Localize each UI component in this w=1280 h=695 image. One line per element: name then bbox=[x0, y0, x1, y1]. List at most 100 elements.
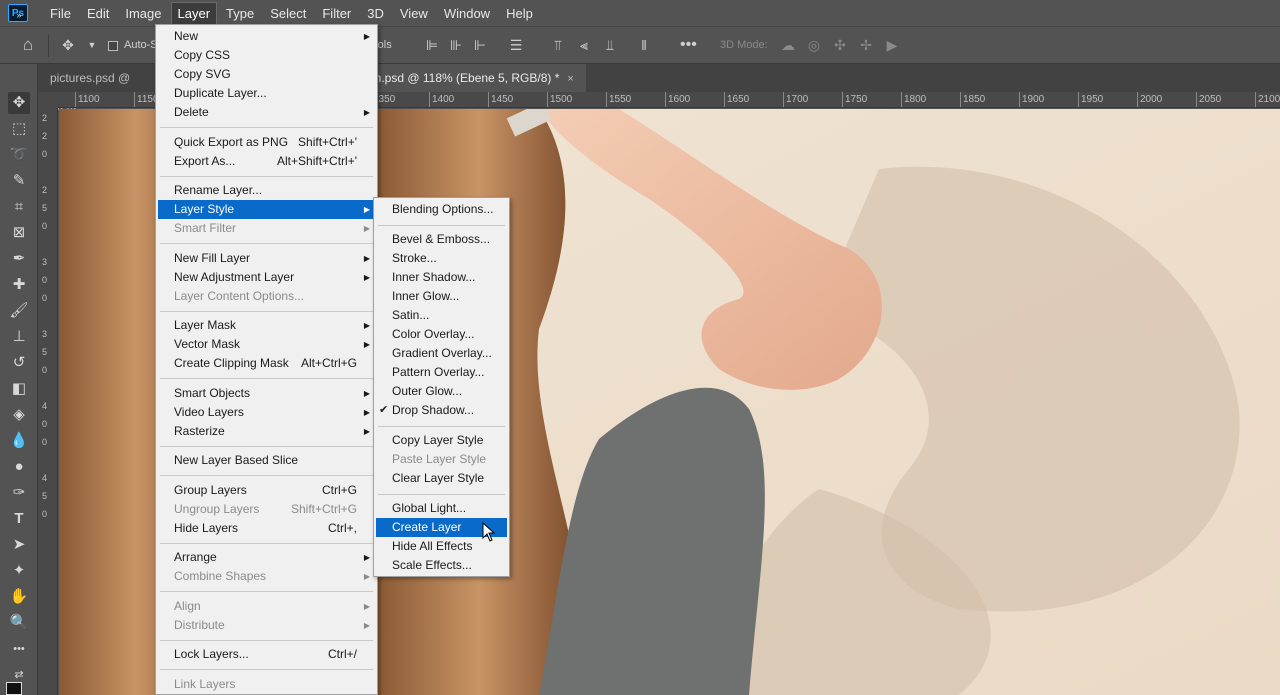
menu-item-create-clipping-mask[interactable]: Create Clipping Mask Alt+Ctrl+G bbox=[158, 354, 375, 373]
menu-file[interactable]: File bbox=[44, 3, 77, 24]
3d-slide-icon[interactable]: ✢ bbox=[858, 37, 874, 53]
type-tool-icon[interactable]: T bbox=[8, 508, 30, 530]
menu-item-clear-layer-style[interactable]: Clear Layer Style bbox=[376, 469, 507, 488]
menu-type[interactable]: Type bbox=[220, 3, 260, 24]
distribute-vertical-icon[interactable]: ‖ bbox=[636, 37, 652, 53]
ruler-tick-label: 1450 bbox=[491, 94, 514, 105]
align-left-icon[interactable]: ⊫ bbox=[424, 37, 440, 53]
menu-item-quick-export-as-png[interactable]: Quick Export as PNG Shift+Ctrl+' bbox=[158, 133, 375, 152]
history-brush-tool-icon[interactable]: ↺ bbox=[8, 352, 30, 374]
menu-view[interactable]: View bbox=[394, 3, 434, 24]
align-bottom-icon[interactable]: ⫫ bbox=[602, 37, 618, 53]
menu-item-copy-css[interactable]: Copy CSS bbox=[158, 46, 375, 65]
menu-item-duplicate-layer[interactable]: Duplicate Layer... bbox=[158, 84, 375, 103]
menu-layer[interactable]: Layer bbox=[170, 1, 218, 25]
menu-item-color-overlay[interactable]: Color Overlay... bbox=[376, 325, 507, 344]
zoom-tool-icon[interactable]: 🔍 bbox=[8, 612, 30, 634]
menu-item-copy-layer-style[interactable]: Copy Layer Style bbox=[376, 431, 507, 450]
menu-item-satin[interactable]: Satin... bbox=[376, 306, 507, 325]
3d-pan-icon[interactable]: ✣ bbox=[832, 37, 848, 53]
eraser-tool-icon[interactable]: ◧ bbox=[8, 378, 30, 400]
home-icon[interactable]: ⌂ bbox=[20, 36, 36, 53]
menu-item-blending-options[interactable]: Blending Options... bbox=[376, 200, 507, 219]
foreground-color-swatch[interactable] bbox=[6, 682, 22, 695]
menu-item-pattern-overlay[interactable]: Pattern Overlay... bbox=[376, 363, 507, 382]
path-selection-tool-icon[interactable]: ➤ bbox=[8, 534, 30, 556]
menu-item-new-fill-layer[interactable]: New Fill Layer ▶ bbox=[158, 249, 375, 268]
menu-window[interactable]: Window bbox=[438, 3, 496, 24]
menu-item-rename-layer[interactable]: Rename Layer... bbox=[158, 181, 375, 200]
menu-item-gradient-overlay[interactable]: Gradient Overlay... bbox=[376, 344, 507, 363]
menu-filter[interactable]: Filter bbox=[316, 3, 357, 24]
menu-item-arrange[interactable]: Arrange ▶ bbox=[158, 548, 375, 567]
collapse-icon[interactable]: » bbox=[8, 4, 30, 26]
menu-item-new[interactable]: New ▶ bbox=[158, 27, 375, 46]
tab-active-document[interactable]: en.psd @ 118% (Ebene 5, RGB/8) * × bbox=[356, 64, 586, 92]
menu-item-rasterize[interactable]: Rasterize ▶ bbox=[158, 422, 375, 441]
ruler-tick-label: 2000 bbox=[1140, 94, 1163, 105]
marquee-tool-icon[interactable]: ⬚ bbox=[8, 118, 30, 140]
edit-toolbar-icon[interactable]: ••• bbox=[8, 638, 30, 660]
menu-item-layer-style[interactable]: Layer Style ▶ bbox=[158, 200, 375, 219]
close-icon[interactable]: × bbox=[567, 73, 573, 85]
tab-pictures[interactable]: pictures.psd @ 1049 bbox=[38, 64, 158, 113]
menu-edit[interactable]: Edit bbox=[81, 3, 115, 24]
menu-item-layer-mask[interactable]: Layer Mask ▶ bbox=[158, 316, 375, 335]
3d-camera-icon[interactable]: ▶ bbox=[884, 37, 900, 53]
menu-item-outer-glow[interactable]: Outer Glow... bbox=[376, 382, 507, 401]
menu-item-hide-layers[interactable]: Hide Layers Ctrl+, bbox=[158, 519, 375, 538]
menu-item-smart-objects[interactable]: Smart Objects ▶ bbox=[158, 384, 375, 403]
3d-orbit-icon[interactable]: ☁ bbox=[780, 37, 796, 53]
align-top-icon[interactable]: ⫪ bbox=[550, 37, 566, 53]
menu-item-lock-layers[interactable]: Lock Layers... Ctrl+/ bbox=[158, 645, 375, 664]
menu-item-vector-mask[interactable]: Vector Mask ▶ bbox=[158, 335, 375, 354]
menu-select[interactable]: Select bbox=[264, 3, 312, 24]
paint-bucket-tool-icon[interactable]: ◈ bbox=[8, 404, 30, 426]
menu-image[interactable]: Image bbox=[119, 3, 167, 24]
menu-item-inner-glow[interactable]: Inner Glow... bbox=[376, 287, 507, 306]
move-tool-icon[interactable]: ✥ bbox=[8, 92, 30, 114]
frame-tool-icon[interactable]: ⊠ bbox=[8, 222, 30, 244]
menu-item-copy-svg[interactable]: Copy SVG bbox=[158, 65, 375, 84]
dodge-tool-icon[interactable]: ● bbox=[8, 456, 30, 478]
menu-item-new-layer-based-slice[interactable]: New Layer Based Slice bbox=[158, 451, 375, 470]
chevron-down-icon[interactable]: ▼ bbox=[84, 37, 100, 53]
menu-item-drop-shadow[interactable]: ✔ Drop Shadow... bbox=[376, 401, 507, 420]
3d-roll-icon[interactable]: ◎ bbox=[806, 37, 822, 53]
menu-item-delete[interactable]: Delete ▶ bbox=[158, 103, 375, 122]
clone-stamp-tool-icon[interactable]: ⊥ bbox=[8, 326, 30, 348]
pen-tool-icon[interactable]: ✑ bbox=[8, 482, 30, 504]
menu-item-bevel-emboss[interactable]: Bevel & Emboss... bbox=[376, 230, 507, 249]
submenu-arrow-icon: ▶ bbox=[363, 553, 370, 562]
lasso-tool-icon[interactable]: ➰ bbox=[8, 144, 30, 166]
menu-help[interactable]: Help bbox=[500, 3, 539, 24]
quick-selection-tool-icon[interactable]: ✎ bbox=[8, 170, 30, 192]
more-options-icon[interactable]: ••• bbox=[680, 37, 697, 53]
menu-item-label: Vector Mask bbox=[174, 337, 241, 351]
align-center-icon[interactable]: ⊪ bbox=[448, 37, 464, 53]
menu-item-group-layers[interactable]: Group Layers Ctrl+G bbox=[158, 481, 375, 500]
align-right-icon[interactable]: ⊩ bbox=[472, 37, 488, 53]
menu-item-label: Rasterize bbox=[174, 423, 225, 438]
align-middle-icon[interactable]: ⫷ bbox=[576, 37, 592, 53]
menu-item-video-layers[interactable]: Video Layers ▶ bbox=[158, 403, 375, 422]
healing-brush-tool-icon[interactable]: ✚ bbox=[8, 274, 30, 296]
crop-tool-icon[interactable]: ⌗ bbox=[8, 196, 30, 218]
move-tool-icon[interactable]: ✥ bbox=[60, 37, 76, 53]
menu-item-inner-shadow[interactable]: Inner Shadow... bbox=[376, 268, 507, 287]
menu-item-stroke[interactable]: Stroke... bbox=[376, 249, 507, 268]
shape-tool-icon[interactable]: ✦ bbox=[8, 560, 30, 582]
menu-item-global-light[interactable]: Global Light... bbox=[376, 499, 507, 518]
hand-tool-icon[interactable]: ✋ bbox=[8, 586, 30, 608]
menu-item-scale-effects[interactable]: Scale Effects... bbox=[376, 556, 507, 575]
blur-tool-icon[interactable]: 💧 bbox=[8, 430, 30, 452]
eyedropper-tool-icon[interactable]: ✒ bbox=[8, 248, 30, 270]
brush-tool-icon[interactable]: 🖌 bbox=[8, 300, 30, 322]
auto-select-checkbox[interactable] bbox=[108, 41, 118, 51]
distribute-icon[interactable]: ☰ bbox=[508, 37, 524, 53]
menu-item-new-adjustment-layer[interactable]: New Adjustment Layer ▶ bbox=[158, 268, 375, 287]
ruler-tick-line bbox=[1255, 92, 1256, 107]
menu-item-export-as[interactable]: Export As... Alt+Shift+Ctrl+' bbox=[158, 152, 375, 171]
menu-3d[interactable]: 3D bbox=[361, 3, 390, 24]
ruler-tick-label: 0 bbox=[42, 149, 48, 159]
